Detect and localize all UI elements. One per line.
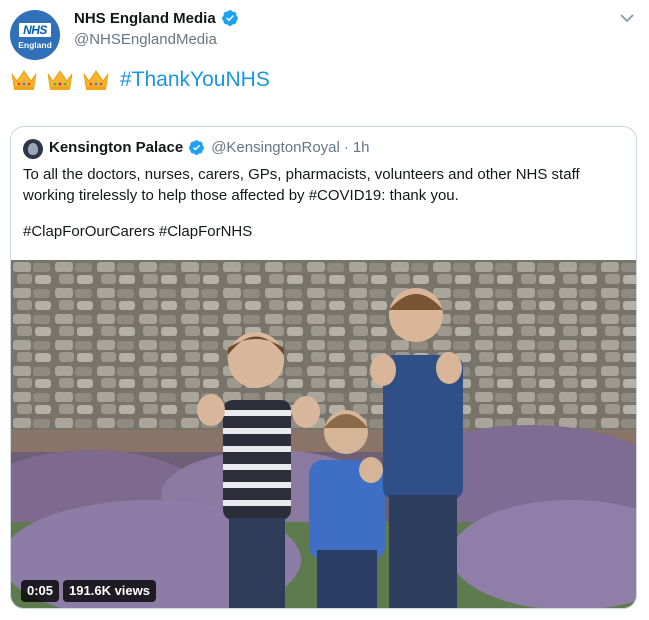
nhs-england-avatar[interactable]: NHS England bbox=[10, 10, 60, 60]
quoted-body-text: To all the doctors, nurses, carers, GPs,… bbox=[23, 166, 580, 204]
kensington-palace-avatar[interactable] bbox=[23, 139, 43, 159]
nhs-logo: NHS bbox=[19, 23, 51, 37]
nhs-logo-subtext: England bbox=[18, 40, 52, 50]
quoted-body: To all the doctors, nurses, carers, GPs,… bbox=[23, 164, 623, 206]
video-badges: 0:05 191.6K views bbox=[21, 580, 160, 602]
video-player[interactable]: 0:05 191.6K views bbox=[11, 260, 636, 608]
video-duration-badge: 0:05 bbox=[21, 580, 60, 602]
crown-icon bbox=[11, 70, 37, 90]
crown-icon bbox=[47, 70, 73, 90]
quoted-handle[interactable]: @KensingtonRoyal bbox=[211, 139, 340, 156]
separator-dot: · bbox=[343, 139, 349, 156]
quoted-author-row: Kensington Palace @KensingtonRoyal · 1h bbox=[49, 139, 370, 156]
quoted-hashtags: #ClapForOurCarers #ClapForNHS bbox=[23, 223, 253, 240]
video-views-badge: 191.6K views bbox=[63, 580, 156, 602]
verified-badge-icon bbox=[189, 140, 205, 155]
hashtag-link[interactable]: #ThankYouNHS bbox=[120, 68, 270, 92]
quoted-tweet[interactable]: Kensington Palace @KensingtonRoyal · 1h … bbox=[10, 126, 637, 609]
tweet-card[interactable]: NHS England NHS England Media @NHSEnglan… bbox=[0, 0, 649, 620]
author-handle[interactable]: @NHSEnglandMedia bbox=[74, 31, 217, 48]
author-display-name[interactable]: NHS England Media bbox=[74, 10, 216, 27]
chevron-down-icon[interactable] bbox=[619, 10, 635, 26]
quoted-display-name[interactable]: Kensington Palace bbox=[49, 139, 183, 156]
quoted-timestamp[interactable]: 1h bbox=[353, 139, 370, 156]
crown-icon bbox=[83, 70, 109, 90]
video-frame bbox=[11, 260, 636, 608]
tweet-text: #ThankYouNHS bbox=[10, 68, 270, 92]
author-name-row: NHS England Media bbox=[74, 9, 239, 27]
verified-badge-icon bbox=[221, 10, 238, 26]
